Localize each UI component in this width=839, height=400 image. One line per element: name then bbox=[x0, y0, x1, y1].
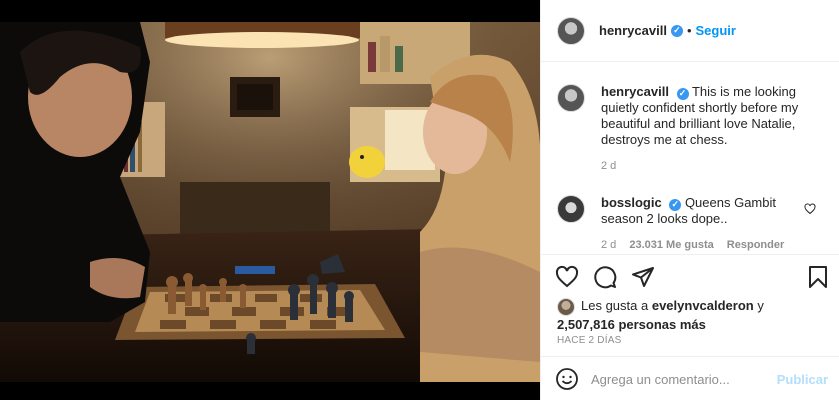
comment-time[interactable]: 2 d bbox=[601, 239, 616, 251]
heart-icon[interactable] bbox=[804, 202, 816, 220]
comment-like-count[interactable]: 23.031 Me gusta bbox=[629, 239, 713, 251]
comment-bubble-icon[interactable] bbox=[591, 263, 619, 291]
separator-dot: • bbox=[686, 23, 692, 38]
reply-button[interactable]: Responder bbox=[727, 239, 784, 251]
verified-badge-icon: ✓ bbox=[670, 24, 683, 37]
action-icons bbox=[553, 263, 657, 291]
comment-input[interactable] bbox=[591, 371, 771, 387]
heart-icon[interactable] bbox=[553, 263, 581, 291]
smiley-icon[interactable] bbox=[555, 367, 579, 391]
comments-list[interactable]: henrycavill ✓ This is me looking quietly… bbox=[541, 62, 839, 254]
likes-conjunction: y bbox=[757, 298, 764, 313]
verified-badge-icon: ✓ bbox=[676, 87, 689, 100]
post-actions: Les gusta a evelynvcalderon y 2,507,816 … bbox=[541, 254, 839, 400]
author-avatar[interactable] bbox=[557, 16, 585, 45]
likes-summary[interactable]: Les gusta a evelynvcalderon y 2,507,816 … bbox=[557, 297, 827, 333]
comment-item: bosslogic ✓ Queens Gambit season 2 looks… bbox=[557, 195, 827, 253]
comment-username[interactable]: bosslogic bbox=[601, 195, 662, 210]
comment-body: henrycavill ✓ This is me looking quietly… bbox=[601, 84, 811, 174]
post-header: henrycavill ✓ • Seguir bbox=[541, 0, 839, 62]
verified-badge-icon: ✓ bbox=[669, 198, 682, 211]
follow-button[interactable]: Seguir bbox=[696, 23, 736, 38]
post-date[interactable]: HACE 2 DÍAS bbox=[557, 335, 621, 346]
paper-plane-icon[interactable] bbox=[629, 263, 657, 291]
comment-username[interactable]: henrycavill bbox=[601, 84, 669, 99]
caption-comment: henrycavill ✓ This is me looking quietly… bbox=[557, 84, 827, 174]
post-panel: henrycavill ✓ • Seguir henrycavill ✓ Thi… bbox=[540, 0, 839, 400]
likes-prefix: Les gusta a bbox=[581, 298, 649, 313]
chess-scene-image bbox=[0, 22, 540, 382]
author-username[interactable]: henrycavill bbox=[599, 23, 667, 38]
comment-meta: 2 d bbox=[601, 158, 811, 174]
comment-meta: 2 d 23.031 Me gusta Responder bbox=[601, 237, 811, 253]
comment-body: bosslogic ✓ Queens Gambit season 2 looks… bbox=[601, 195, 811, 253]
add-comment-bar: Publicar bbox=[541, 356, 839, 400]
likes-count[interactable]: 2,507,816 personas más bbox=[557, 317, 706, 332]
commenter-avatar[interactable] bbox=[557, 195, 585, 223]
publish-button[interactable]: Publicar bbox=[777, 372, 828, 387]
bookmark-icon[interactable] bbox=[804, 263, 832, 291]
liker-avatar bbox=[557, 297, 575, 316]
liker-username[interactable]: evelynvcalderon bbox=[652, 298, 754, 313]
commenter-avatar[interactable] bbox=[557, 84, 585, 112]
post-photo[interactable] bbox=[0, 0, 540, 400]
comment-time[interactable]: 2 d bbox=[601, 160, 616, 172]
